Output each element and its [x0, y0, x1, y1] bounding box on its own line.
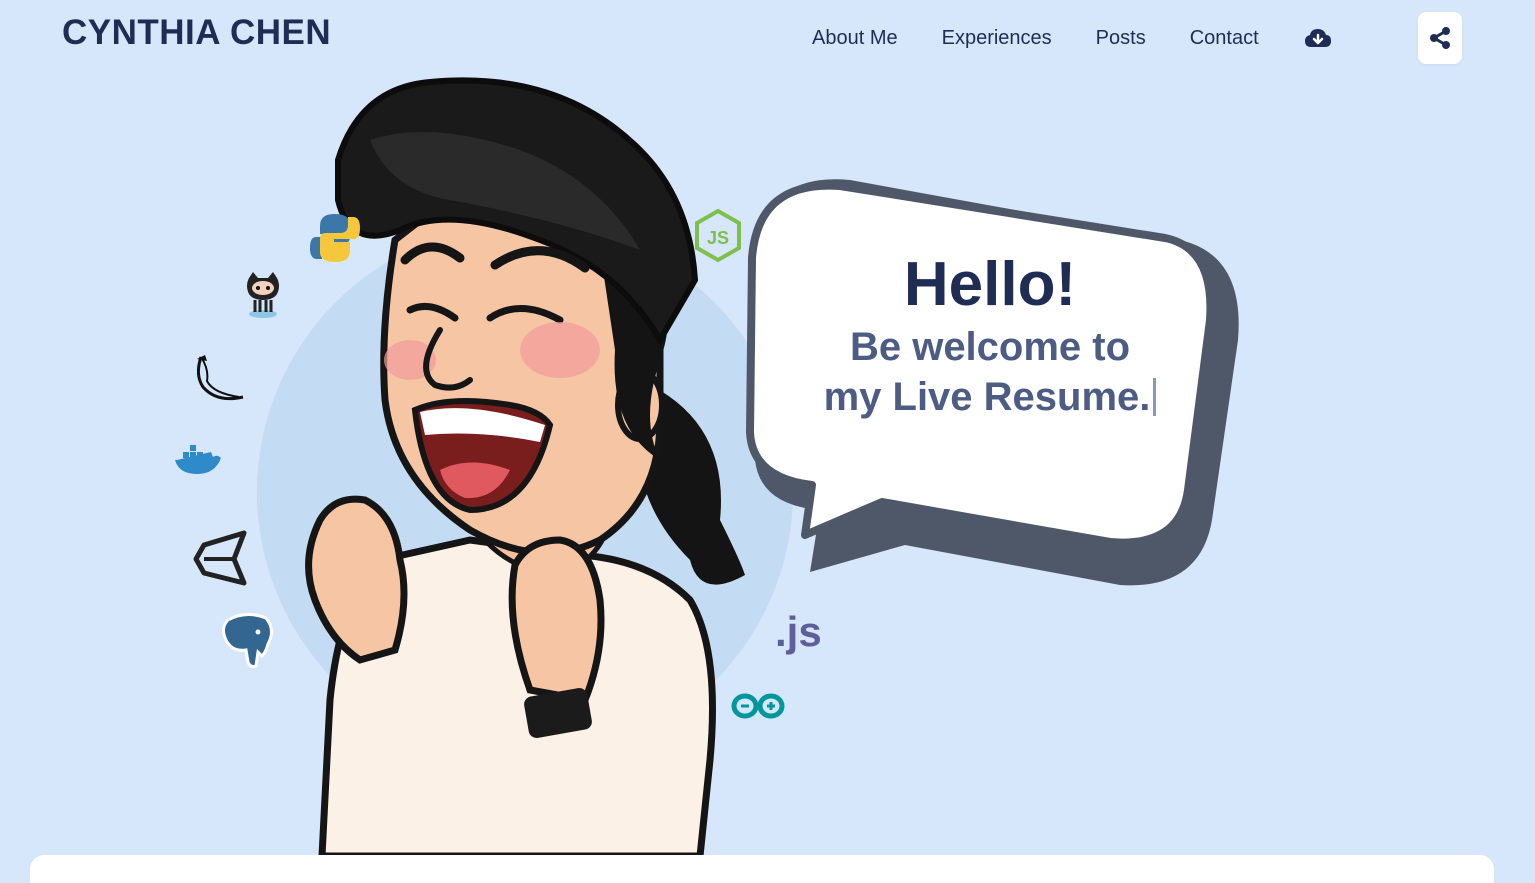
welcome-line-2-text: my Live Resume. — [823, 375, 1151, 419]
speech-bubble-text: Hello! Be welcome to my Live Resume. — [780, 248, 1200, 422]
postgresql-icon — [221, 613, 273, 668]
welcome-message: Be welcome to my Live Resume. — [780, 322, 1200, 422]
character-fist-right — [508, 536, 605, 704]
download-resume-button[interactable] — [1303, 24, 1333, 52]
github-octocat-icon — [247, 272, 279, 318]
share-icon — [1430, 27, 1450, 49]
nav-posts[interactable]: Posts — [1096, 27, 1146, 50]
typing-cursor — [1153, 378, 1157, 416]
greeting-heading: Hello! — [903, 250, 1077, 319]
share-button[interactable] — [1418, 12, 1462, 64]
cloud-download-icon — [1304, 29, 1331, 47]
hero-illustration: JS — [175, 77, 1239, 860]
unity-icon — [193, 530, 247, 586]
flask-icon — [196, 355, 244, 401]
arduino-icon — [731, 693, 785, 719]
welcome-line-2: my Live Resume. — [780, 372, 1200, 422]
python-icon — [310, 214, 360, 262]
docker-icon — [175, 445, 221, 474]
svg-text:JS: JS — [707, 228, 729, 248]
nav-about-me[interactable]: About Me — [812, 27, 898, 50]
content-card — [30, 855, 1494, 883]
page: JS .js Hello! Be welcome to my Live Resu… — [0, 0, 1535, 883]
welcome-line-1: Be welcome to — [849, 325, 1131, 369]
character-cheek-right — [520, 322, 600, 378]
main-nav: About Me Experiences Posts Contact — [812, 24, 1333, 52]
nav-contact[interactable]: Contact — [1190, 27, 1259, 50]
nav-experiences[interactable]: Experiences — [942, 27, 1052, 50]
brand-logo[interactable]: CYNTHIA CHEN — [62, 13, 331, 53]
nodejs-icon: JS — [695, 208, 741, 263]
js-icon: .js — [775, 608, 822, 655]
